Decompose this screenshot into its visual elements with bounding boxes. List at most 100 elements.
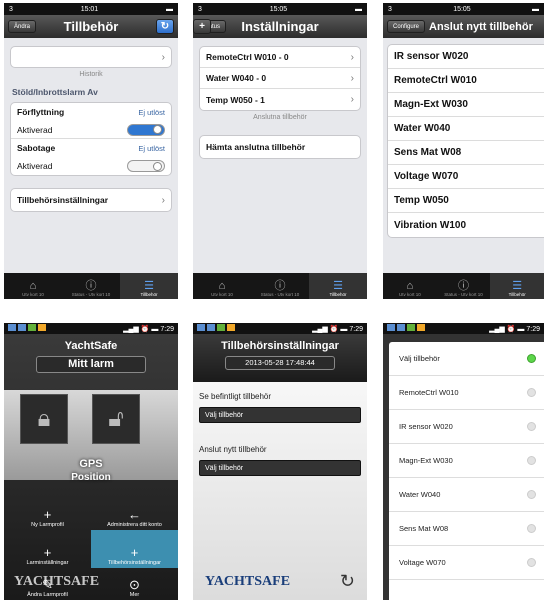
tab-label: Tillbehör — [329, 292, 347, 297]
battery-icon: ▬ — [355, 5, 362, 13]
plus-icon: + — [43, 507, 52, 522]
home-icon: ⌂ — [29, 280, 37, 292]
option-label: Water W040 — [399, 490, 441, 499]
my-alarm-button[interactable]: Mitt larm — [36, 356, 146, 373]
list-item[interactable]: IR sensor W020 — [389, 410, 544, 444]
list-item[interactable]: Sens Mat W08 — [388, 141, 544, 165]
list-item[interactable]: RemoteCtrl W010 — [389, 376, 544, 410]
history-group: › — [10, 46, 172, 68]
sabotage-toggle[interactable] — [127, 160, 165, 172]
position-label: Position — [71, 472, 111, 483]
existing-label: Se befintligt tillbehör — [199, 392, 272, 401]
list-item[interactable]: Water W040 — [389, 478, 544, 512]
movement-state: Ej utlöst — [138, 107, 165, 117]
radio-icon[interactable] — [527, 456, 536, 465]
movement-activated-label: Aktiverad — [17, 124, 53, 135]
signal-icon: ▂▄▆ ⏰ ▬ — [312, 325, 350, 333]
nav-title: Inställningar — [241, 19, 319, 34]
radio-selected-icon[interactable] — [527, 354, 536, 363]
tab-home[interactable]: ⌂ Utv kort 10 — [193, 273, 251, 299]
option-label: Magn-Ext W030 — [399, 456, 453, 465]
radio-icon[interactable] — [527, 422, 536, 431]
new-alarm-profile-button[interactable]: + Ny Larmprofil — [4, 494, 91, 530]
refresh-icon[interactable]: ↻ — [340, 571, 355, 592]
list-item[interactable]: Magn-Ext W030 — [389, 444, 544, 478]
status-time: 7:29 — [526, 325, 540, 333]
yachtsafe-logo: YACHTSAFE — [205, 574, 291, 589]
tab-home[interactable]: ⌂ Utv kort 10 — [4, 273, 62, 299]
alarm-header: Stöld/Inbrottslarm Av — [12, 87, 98, 97]
plus-icon[interactable]: + — [193, 19, 211, 34]
fetch-connected-button[interactable]: Hämta anslutna tillbehör — [200, 136, 360, 158]
manage-account-button[interactable]: ← Administrera ditt konto — [91, 494, 178, 530]
option-label: Välj tillbehör — [399, 354, 440, 363]
tab-accessories[interactable]: ☰ Tillbehör — [120, 273, 178, 299]
chevron-right-icon: › — [350, 51, 354, 63]
dim-overlay: Välj tillbehör RemoteCtrl W010 IR sensor… — [383, 334, 544, 600]
list-item[interactable]: Voltage W070 — [389, 546, 544, 580]
gps-label[interactable]: GPS — [4, 458, 178, 470]
list-item[interactable]: Välj tillbehör — [389, 342, 544, 376]
info-icon: ⓘ — [85, 280, 97, 292]
connect-accessory-select[interactable]: Välj tillbehör — [199, 460, 361, 476]
radio-icon[interactable] — [527, 490, 536, 499]
existing-accessory-select[interactable]: Välj tillbehör — [199, 407, 361, 423]
list-item[interactable]: Sens Mat W08 — [389, 512, 544, 546]
lock-closed-icon[interactable]: 🔒︎ — [20, 394, 68, 444]
list-item[interactable]: Temp W050 - 1 › — [200, 89, 360, 110]
accessory-label: Water W040 - 0 — [206, 73, 267, 83]
option-label: RemoteCtrl W010 — [399, 388, 459, 397]
list-item[interactable]: RemoteCtrl W010 - 0 › — [200, 47, 360, 68]
more-button[interactable]: ⊙ Mer — [91, 570, 178, 600]
change-alarm-profile-button[interactable]: ✎ Ändra Larmprofil — [4, 570, 91, 600]
list-item[interactable]: Vibration W100 — [388, 213, 544, 237]
accessory-settings-button[interactable]: + Tillbehörsinställningar — [91, 530, 178, 568]
edit-button[interactable]: Ändra — [8, 20, 37, 33]
accessory-settings-row[interactable]: Tillbehörsinställningar › — [11, 189, 171, 211]
connected-label: Anslutna tillbehör — [253, 114, 307, 121]
tab-bar: ⌂ Utv kort 10 ⓘ Status - Utv kort 10 ☰ Till… — [193, 273, 367, 299]
chevron-right-icon: › — [161, 194, 165, 206]
lock-open-icon[interactable]: 🔓︎ — [92, 394, 140, 444]
configure-button[interactable]: Configure — [387, 20, 426, 33]
home-icon: ⌂ — [218, 280, 226, 292]
tab-status[interactable]: ⓘ Status - Utv kort 10 — [251, 273, 309, 299]
notification-icon — [8, 324, 16, 331]
list-item[interactable]: RemoteCtrl W010 — [388, 69, 544, 93]
alarm-settings-button[interactable]: + Larminställningar — [4, 530, 91, 568]
list-item[interactable]: Water W040 — [388, 117, 544, 141]
option-label: IR sensor W020 — [399, 422, 453, 431]
list-item[interactable]: Water W040 - 0 › — [200, 68, 360, 89]
tab-accessories[interactable]: ☰ Tillbehör — [309, 273, 367, 299]
content-area: › Historik Stöld/Inbrottslarm Av Förflyt… — [4, 38, 178, 273]
notification-icon — [18, 324, 26, 331]
movement-toggle[interactable] — [127, 123, 165, 136]
tab-bar: ⌂ Utv kort 10 ⓘ Status - Utv kort 10 ☰ Till… — [383, 273, 544, 299]
list-item[interactable]: IR sensor W020 — [388, 45, 544, 69]
list-item[interactable]: Magn-Ext W030 — [388, 93, 544, 117]
status-time: 15:05 — [269, 5, 288, 13]
tab-status[interactable]: ⓘ Status - Utv kort 10 — [62, 273, 120, 299]
list-item[interactable]: Temp W050 — [388, 189, 544, 213]
item-label: RemoteCtrl W010 — [394, 75, 477, 86]
app-title: YachtSafe — [64, 340, 118, 352]
tab-status[interactable]: ⓘ Status - Utv kort 10 — [437, 273, 491, 299]
notification-icon — [417, 324, 425, 331]
android-select-dialog-screen: ▂▄▆ ⏰ ▬ 7:29 Välj tillbehör RemoteCtrl W… — [383, 323, 544, 600]
tab-home[interactable]: ⌂ Utv kort 10 — [383, 273, 437, 299]
refresh-icon[interactable]: ↻ — [156, 19, 174, 34]
radio-icon[interactable] — [527, 388, 536, 397]
radio-icon[interactable] — [527, 558, 536, 567]
fetch-group: Hämta anslutna tillbehör — [199, 135, 361, 159]
page-title: Tillbehörsinställningar — [221, 340, 339, 352]
sabotage-state: Ej utlöst — [138, 143, 165, 153]
settings-content: Se befintligt tillbehör Välj tillbehör A… — [193, 382, 367, 600]
grid-label: Tillbehörsinställningar — [108, 560, 161, 566]
item-label: Voltage W070 — [394, 171, 459, 182]
radio-icon[interactable] — [527, 524, 536, 533]
android-home-screen: ▂▄▆ ⏰ ▬ 7:29 YachtSafe Mitt larm 🔒︎ 🔓︎ G… — [4, 323, 178, 600]
tab-label: Utv kort 10 — [22, 292, 44, 297]
history-row[interactable]: › — [11, 47, 171, 67]
tab-accessories[interactable]: ☰ Tillbehör — [490, 273, 544, 299]
list-item[interactable]: Voltage W070 — [388, 165, 544, 189]
